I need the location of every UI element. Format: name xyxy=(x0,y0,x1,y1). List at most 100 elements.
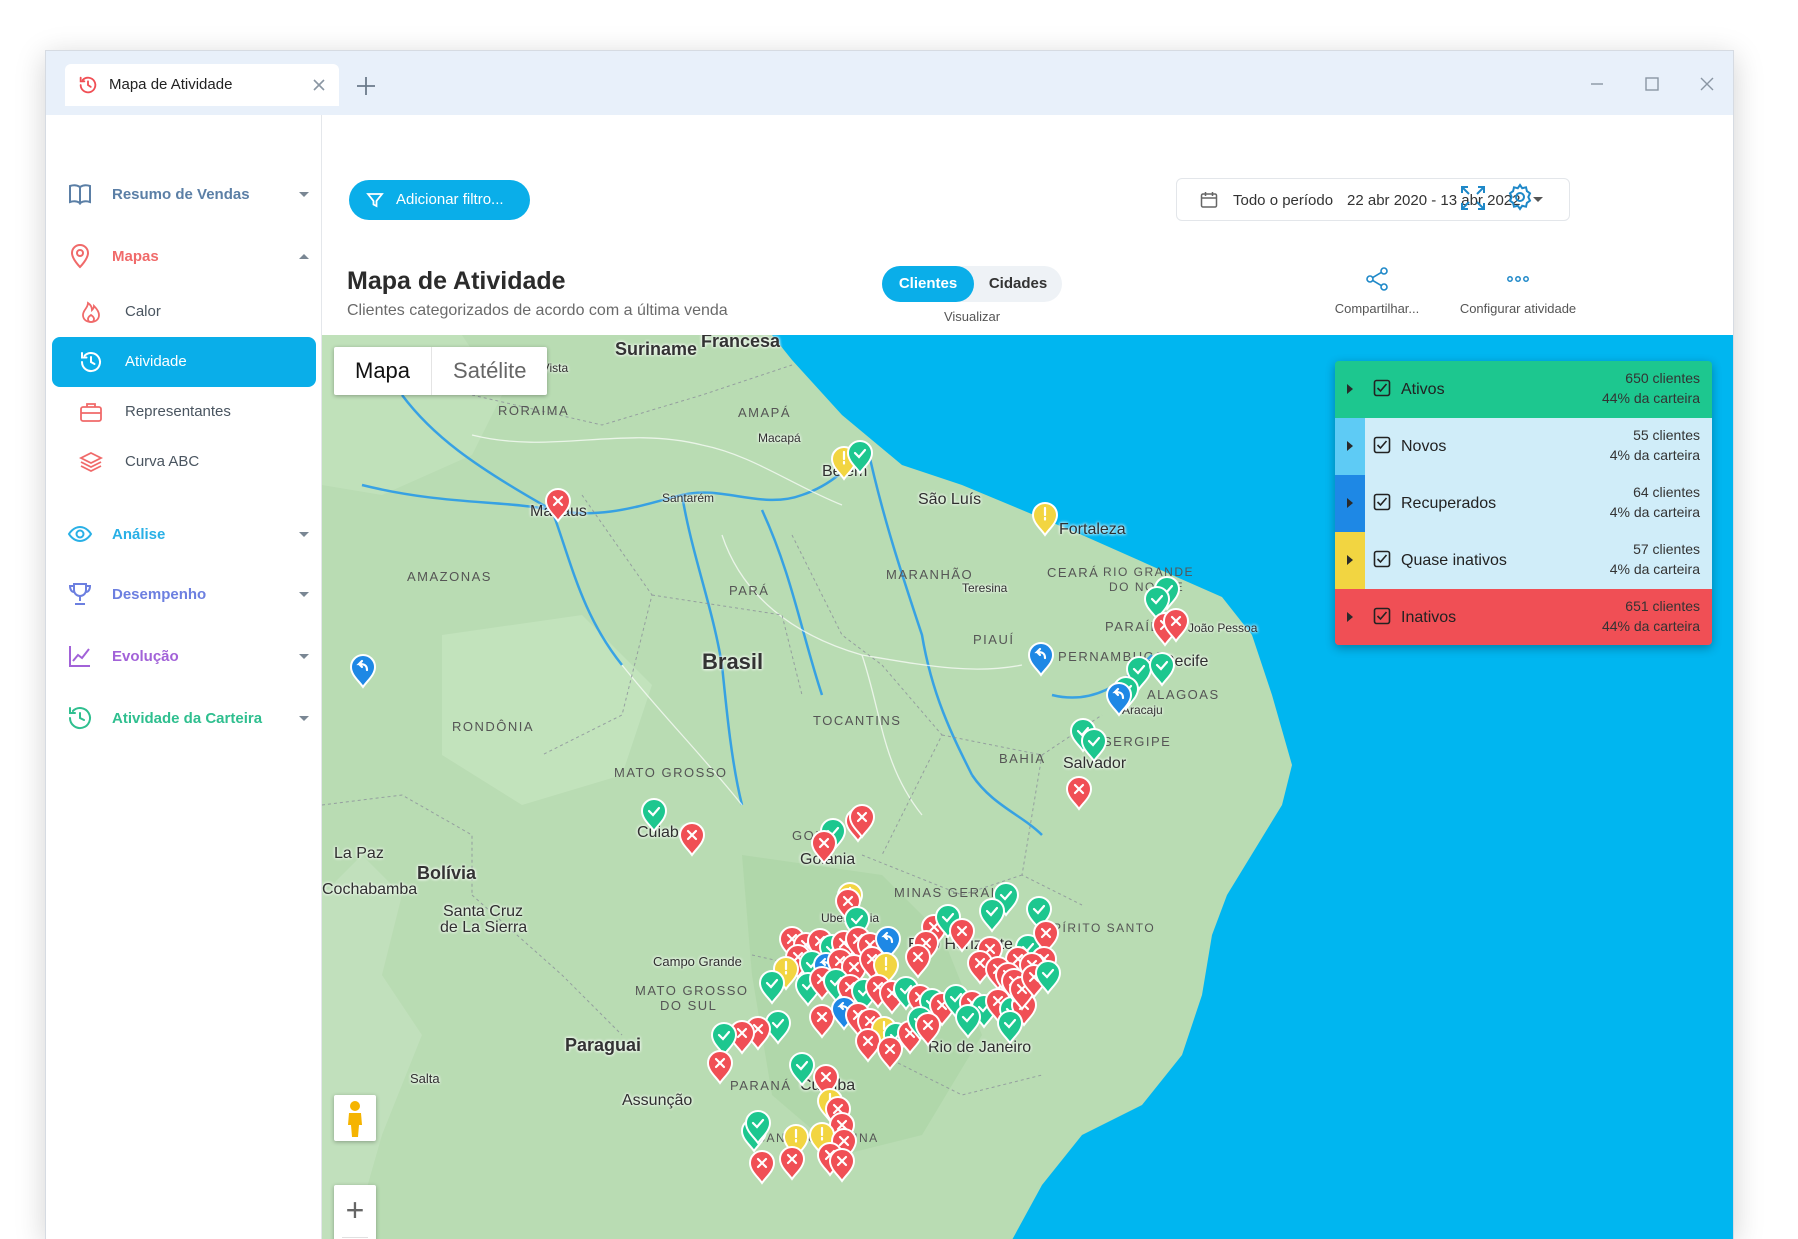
caret-right-icon[interactable] xyxy=(1347,555,1353,565)
client-marker[interactable] xyxy=(810,830,838,865)
legend-share: 4% da carteira xyxy=(1609,561,1700,577)
maximize-button[interactable] xyxy=(1641,73,1663,95)
tab-title: Mapa de Atividade xyxy=(109,76,233,93)
client-marker[interactable] xyxy=(1027,642,1055,677)
nav-label: Mapas xyxy=(112,247,159,265)
pegman-icon xyxy=(348,1101,362,1137)
share-icon xyxy=(1366,267,1388,291)
page-title: Mapa de Atividade xyxy=(347,267,566,295)
calendar-icon xyxy=(1200,192,1218,208)
client-marker[interactable] xyxy=(788,1052,816,1087)
sidebar-item-label: Calor xyxy=(125,303,161,320)
legend-name: Ativos xyxy=(1401,381,1445,398)
nav-mapas[interactable]: Mapas xyxy=(52,231,316,281)
zoom-in-button[interactable]: + xyxy=(334,1185,376,1235)
sidebar-item-label: Representantes xyxy=(125,403,231,420)
map-pin-icon xyxy=(70,244,90,269)
nav-atividade-carteira[interactable]: Atividade da Carteira xyxy=(52,693,316,743)
flame-icon xyxy=(82,301,100,323)
client-marker[interactable] xyxy=(706,1050,734,1085)
legend-name: Quase inativos xyxy=(1401,552,1507,569)
legend-row-novos[interactable]: Novos 55 clientes 4% da carteira xyxy=(1335,418,1712,475)
chevron-down-icon xyxy=(299,532,309,537)
legend-row-recuperados[interactable]: Recuperados 64 clientes 4% da carteira xyxy=(1335,475,1712,532)
nav-analise[interactable]: Análise xyxy=(52,509,316,559)
client-marker[interactable] xyxy=(1031,502,1059,537)
client-marker[interactable] xyxy=(948,918,976,953)
add-filter-button[interactable]: Adicionar filtro... xyxy=(349,180,530,220)
checkbox-checked-icon[interactable] xyxy=(1373,550,1391,568)
sidebar-item-curva-abc[interactable]: Curva ABC xyxy=(52,437,316,487)
legend-share: 4% da carteira xyxy=(1609,447,1700,463)
sidebar: Resumo de Vendas Mapas Calor Atividade R… xyxy=(46,115,322,1239)
client-marker[interactable] xyxy=(678,822,706,857)
legend-name: Novos xyxy=(1401,438,1447,455)
browser-tab[interactable]: Mapa de Atividade xyxy=(65,64,339,106)
client-marker[interactable] xyxy=(349,654,377,689)
client-marker[interactable] xyxy=(1080,728,1108,763)
chevron-down-icon xyxy=(299,654,309,659)
client-marker[interactable] xyxy=(808,1004,836,1039)
history-icon xyxy=(68,707,91,730)
legend-row-ativos[interactable]: Ativos 650 clientes 44% da carteira xyxy=(1335,361,1712,418)
caret-right-icon[interactable] xyxy=(1347,498,1353,508)
legend-row-inativos[interactable]: Inativos 651 clientes 44% da carteira xyxy=(1335,589,1712,645)
caret-right-icon[interactable] xyxy=(1347,441,1353,451)
client-marker[interactable] xyxy=(544,488,572,523)
sidebar-item-calor[interactable]: Calor xyxy=(52,287,316,337)
client-marker[interactable] xyxy=(996,1010,1024,1045)
zoom-control: + − xyxy=(334,1185,376,1239)
map-type-map[interactable]: Mapa xyxy=(334,347,433,395)
checkbox-checked-icon[interactable] xyxy=(1373,436,1391,454)
configure-action[interactable]: Configurar atividade xyxy=(1448,265,1588,316)
chevron-down-icon xyxy=(299,592,309,597)
close-icon[interactable] xyxy=(309,75,329,95)
client-marker[interactable] xyxy=(1148,652,1176,687)
new-tab-button[interactable] xyxy=(353,73,379,99)
client-marker[interactable] xyxy=(904,944,932,979)
checkbox-checked-icon[interactable] xyxy=(1373,493,1391,511)
client-marker[interactable] xyxy=(978,898,1006,933)
legend-share: 44% da carteira xyxy=(1601,390,1700,406)
client-marker[interactable] xyxy=(876,1036,904,1071)
client-marker[interactable] xyxy=(640,798,668,833)
title-bar: Mapa de Atividade xyxy=(46,51,1733,115)
checkbox-checked-icon[interactable] xyxy=(1373,607,1391,625)
client-marker[interactable] xyxy=(758,970,786,1005)
close-window-button[interactable] xyxy=(1696,73,1718,95)
client-marker[interactable] xyxy=(954,1004,982,1039)
client-marker[interactable] xyxy=(828,1148,856,1183)
share-action[interactable]: Compartilhar... xyxy=(1322,265,1432,316)
nav-resumo-vendas[interactable]: Resumo de Vendas xyxy=(52,169,316,219)
caret-right-icon[interactable] xyxy=(1347,612,1353,622)
legend-row-quase-inativos[interactable]: Quase inativos 57 clientes 4% da carteir… xyxy=(1335,532,1712,589)
legend-count: 57 clientes xyxy=(1633,541,1700,557)
client-marker[interactable] xyxy=(1065,776,1093,811)
client-marker[interactable] xyxy=(1105,682,1133,717)
minimize-button[interactable] xyxy=(1586,73,1608,95)
client-marker[interactable] xyxy=(748,1150,776,1185)
nav-evolucao[interactable]: Evolução xyxy=(52,631,316,681)
street-view-pegman[interactable] xyxy=(334,1095,376,1141)
sidebar-item-representantes[interactable]: Representantes xyxy=(52,387,316,437)
nav-desempenho[interactable]: Desempenho xyxy=(52,569,316,619)
checkbox-checked-icon[interactable] xyxy=(1373,379,1391,397)
client-marker[interactable] xyxy=(854,1028,882,1063)
caret-right-icon[interactable] xyxy=(1347,384,1353,394)
client-marker[interactable] xyxy=(710,1022,738,1057)
nav-label: Análise xyxy=(112,525,166,543)
map-type-control: Mapa Satélite xyxy=(334,347,548,395)
activity-legend: Ativos 650 clientes 44% da carteira Novo… xyxy=(1335,361,1712,645)
more-dots-icon xyxy=(1507,276,1529,282)
book-icon xyxy=(69,184,91,205)
client-marker[interactable] xyxy=(778,1146,806,1181)
page-subtitle: Clientes categorizados de acordo com a ú… xyxy=(347,302,728,319)
toggle-clientes[interactable]: Clientes xyxy=(882,266,974,302)
legend-count: 55 clientes xyxy=(1633,427,1700,443)
sidebar-item-atividade[interactable]: Atividade xyxy=(52,337,316,387)
gear-icon[interactable] xyxy=(1505,182,1535,212)
map-type-satellite[interactable]: Satélite xyxy=(432,347,547,395)
fullscreen-icon[interactable] xyxy=(1458,183,1488,213)
toggle-cidades[interactable]: Cidades xyxy=(974,266,1062,302)
activity-map[interactable]: Suriname Francesa Boa Vista RORAIMA AMAP… xyxy=(322,335,1733,1239)
